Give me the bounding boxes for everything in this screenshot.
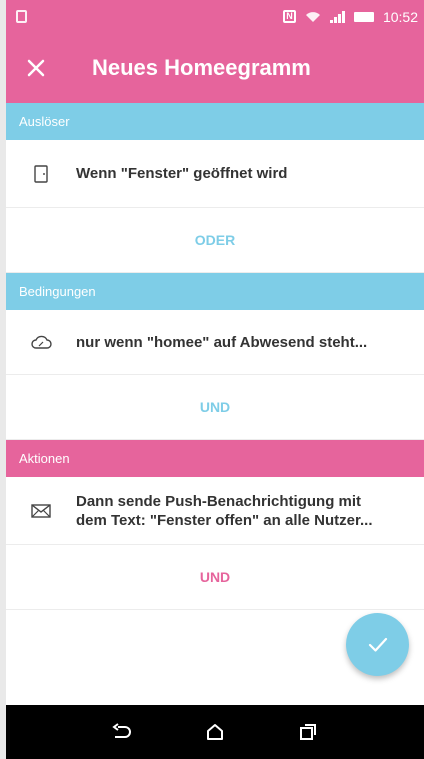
status-time: 10:52 [382,8,418,25]
condition-item[interactable]: nur wenn "homee" auf Abwesend steht... [6,310,424,375]
signal-icon [329,10,345,23]
notification-icon [16,10,27,23]
action-item-text: Dann sende Push-Benachrichtigung mit dem… [76,492,373,530]
home-icon[interactable] [195,712,235,752]
mail-icon [6,503,76,518]
cloud-icon [6,335,76,349]
page-title: Neues Homeegramm [92,55,311,80]
section-header-conditions: Bedingungen [6,273,424,310]
back-icon[interactable] [102,712,142,752]
action-text-line1: Dann sende Push-Benachrichtigung mit [76,492,362,510]
and-button-actions[interactable]: UND [6,545,424,610]
nfc-icon: N [282,10,296,23]
window-sensor-icon [6,164,76,183]
save-fab-button[interactable] [346,613,409,676]
system-nav-bar [6,705,424,759]
section-header-trigger: Auslöser [6,103,424,140]
trigger-item-text: Wenn "Fenster" geöffnet wird [76,165,288,182]
status-bar: N 10:52 [6,0,424,33]
and-button-conditions[interactable]: UND [6,375,424,440]
action-item[interactable]: Dann sende Push-Benachrichtigung mit dem… [6,477,424,545]
recents-icon[interactable] [288,712,328,752]
wifi-icon [305,11,320,22]
check-icon [368,637,387,652]
app-screen: N 10:52 Neues Homeegramm Auslöser Wenn "… [6,0,424,759]
section-header-actions: Aktionen [6,440,424,477]
app-bar: Neues Homeegramm [6,33,424,103]
trigger-item[interactable]: Wenn "Fenster" geöffnet wird [6,140,424,208]
condition-item-text: nur wenn "homee" auf Abwesend steht... [76,333,368,351]
battery-icon [353,11,374,22]
action-text-line2: dem Text: "Fenster offen" an alle Nutzer… [76,511,373,529]
or-button[interactable]: ODER [6,208,424,273]
close-icon[interactable] [6,33,66,103]
